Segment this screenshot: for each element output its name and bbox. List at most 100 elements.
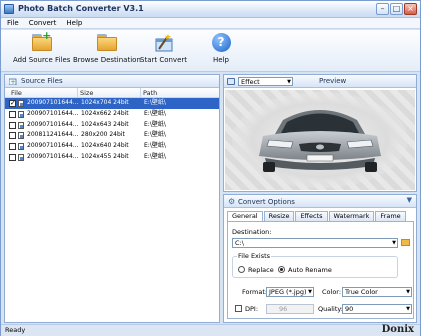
maximize-button[interactable]: □: [390, 3, 403, 15]
chevron-down-icon: ▼: [406, 306, 410, 312]
convert-options-panel: ⚙ Convert Options ▼ General Resize Effec…: [223, 194, 417, 323]
image-file-icon: [18, 143, 24, 151]
file-path: E:\壁纸\: [144, 99, 166, 106]
format-label: Format:: [242, 288, 268, 296]
dpi-spinner[interactable]: 96: [266, 304, 314, 314]
file-row[interactable]: 200907101644... 1024x643 24bit E:\壁纸\: [5, 120, 219, 131]
close-button[interactable]: ×: [404, 3, 417, 15]
help-label: Help: [213, 56, 229, 64]
file-checkbox[interactable]: [9, 153, 16, 161]
tab-watermark[interactable]: Watermark: [328, 211, 375, 221]
file-name: 200907101644...: [27, 109, 79, 117]
file-size: 1024x662 24bit: [81, 109, 129, 117]
chevron-down-icon: ▼: [392, 240, 396, 246]
image-file-icon: [18, 121, 24, 129]
preview-label: Preview: [319, 77, 347, 85]
options-tabs: General Resize Effects Watermark Frame: [227, 211, 406, 222]
watermark-logo: Donix: [381, 324, 414, 335]
auto-rename-radio[interactable]: [278, 266, 285, 273]
file-checkbox[interactable]: [9, 110, 16, 118]
file-row[interactable]: 200907101644...1024x704 24bit E:\壁纸\: [5, 98, 219, 109]
dpi-label: DPI:: [245, 305, 259, 313]
app-window: Photo Batch Converter V3.1 – □ × File Co…: [0, 0, 421, 336]
collapse-icon[interactable]: ▼: [407, 196, 412, 204]
menu-convert[interactable]: Convert: [29, 19, 57, 27]
file-name: 200907101644...: [27, 142, 79, 150]
effect-dropdown[interactable]: Effect ▼: [238, 77, 293, 86]
file-size: 1024x643 24bit: [81, 120, 129, 128]
add-list-icon: +: [9, 78, 17, 85]
file-checkbox[interactable]: [9, 143, 16, 151]
status-bar: Ready: [1, 324, 420, 336]
file-exists-group: File Exists Replace Auto Rename: [232, 252, 398, 278]
replace-radio[interactable]: [238, 266, 245, 273]
destination-value: C:\: [235, 239, 244, 247]
format-select[interactable]: JPEG (*.jpg) ▼: [266, 287, 314, 297]
browse-destination-label: Browse Destination: [73, 56, 141, 64]
dpi-value: 96: [279, 305, 288, 313]
window-title: Photo Batch Converter V3.1: [18, 4, 144, 13]
add-folder-icon: +: [31, 30, 53, 53]
preview-panel: Effect ▼ Preview: [223, 74, 417, 192]
chevron-down-icon: ▼: [287, 79, 291, 85]
file-name: 200907101644...: [27, 120, 79, 128]
file-name: 200907101644...: [27, 99, 79, 106]
effect-icon: [227, 78, 235, 85]
file-checkbox[interactable]: [9, 132, 16, 140]
color-select[interactable]: True Color ▼: [342, 287, 412, 297]
menu-bar: File Convert Help: [1, 18, 420, 29]
gear-icon: ⚙: [228, 197, 236, 206]
browse-destination-button[interactable]: Browse Destination: [73, 33, 141, 64]
source-files-title: Source Files: [21, 77, 63, 85]
file-row[interactable]: 200907101644... 1024x455 24bit E:\壁纸\: [5, 152, 219, 163]
quality-select[interactable]: 90 ▼: [342, 304, 412, 314]
chevron-down-icon: ▼: [406, 289, 410, 295]
tab-frame[interactable]: Frame: [375, 211, 406, 221]
add-source-files-button[interactable]: + Add Source Files: [13, 30, 70, 64]
color-value: True Color: [345, 288, 378, 296]
file-row[interactable]: 200811241644... 280x200 24bit E:\壁纸\: [5, 130, 219, 141]
convert-options-header: ⚙ Convert Options ▼: [224, 195, 416, 208]
file-size: 1024x704 24bit: [81, 99, 129, 106]
file-size: 1024x455 24bit: [81, 152, 129, 160]
status-text: Ready: [5, 326, 26, 334]
general-tab-content: Destination: C:\ ▼ File Exists Replace A…: [227, 221, 414, 319]
menu-file[interactable]: File: [7, 19, 19, 27]
file-checkbox[interactable]: [9, 121, 16, 129]
minimize-button[interactable]: –: [376, 3, 389, 15]
file-row[interactable]: 200907101644... 1024x640 24bit E:\壁纸\: [5, 141, 219, 152]
title-bar: Photo Batch Converter V3.1 – □ ×: [1, 1, 420, 18]
file-size: 1024x640 24bit: [81, 142, 129, 150]
file-path: E:\壁纸\: [144, 120, 166, 128]
image-file-icon: [18, 132, 24, 140]
tab-resize[interactable]: Resize: [263, 211, 295, 221]
column-path[interactable]: Path: [143, 89, 157, 97]
preview-header: Effect ▼ Preview: [224, 75, 416, 88]
destination-label: Destination:: [232, 228, 272, 236]
file-list: 200907101644...1024x704 24bitE:\壁纸\20090…: [5, 98, 219, 163]
file-path: E:\壁纸\: [144, 109, 166, 117]
convert-wand-icon: [153, 33, 175, 53]
column-file[interactable]: File: [11, 89, 22, 97]
auto-rename-label: Auto Rename: [288, 266, 332, 274]
file-row[interactable]: 200907101644... 1024x662 24bit E:\壁纸\: [5, 109, 219, 120]
quality-label: Quality:: [318, 305, 343, 313]
tab-effects[interactable]: Effects: [295, 211, 328, 221]
destination-field[interactable]: C:\ ▼: [232, 238, 398, 248]
chevron-down-icon: ▼: [308, 289, 312, 295]
dpi-checkbox[interactable]: [235, 305, 242, 312]
menu-help[interactable]: Help: [66, 19, 82, 27]
help-button[interactable]: ? Help: [210, 33, 232, 64]
start-convert-button[interactable]: Start Convert: [140, 33, 187, 64]
quality-value: 90: [345, 305, 354, 313]
file-checkbox[interactable]: [9, 98, 16, 109]
effect-dropdown-value: Effect: [241, 78, 260, 86]
browse-folder-icon[interactable]: [401, 239, 410, 246]
replace-label: Replace: [248, 266, 274, 274]
app-icon: [4, 4, 14, 14]
car-preview-image: [232, 92, 408, 188]
help-icon-wrap: ?: [210, 33, 232, 53]
image-file-icon: [18, 110, 24, 118]
source-files-panel: + Source Files File Size Path 2009071016…: [4, 74, 220, 323]
column-size[interactable]: Size: [80, 89, 93, 97]
